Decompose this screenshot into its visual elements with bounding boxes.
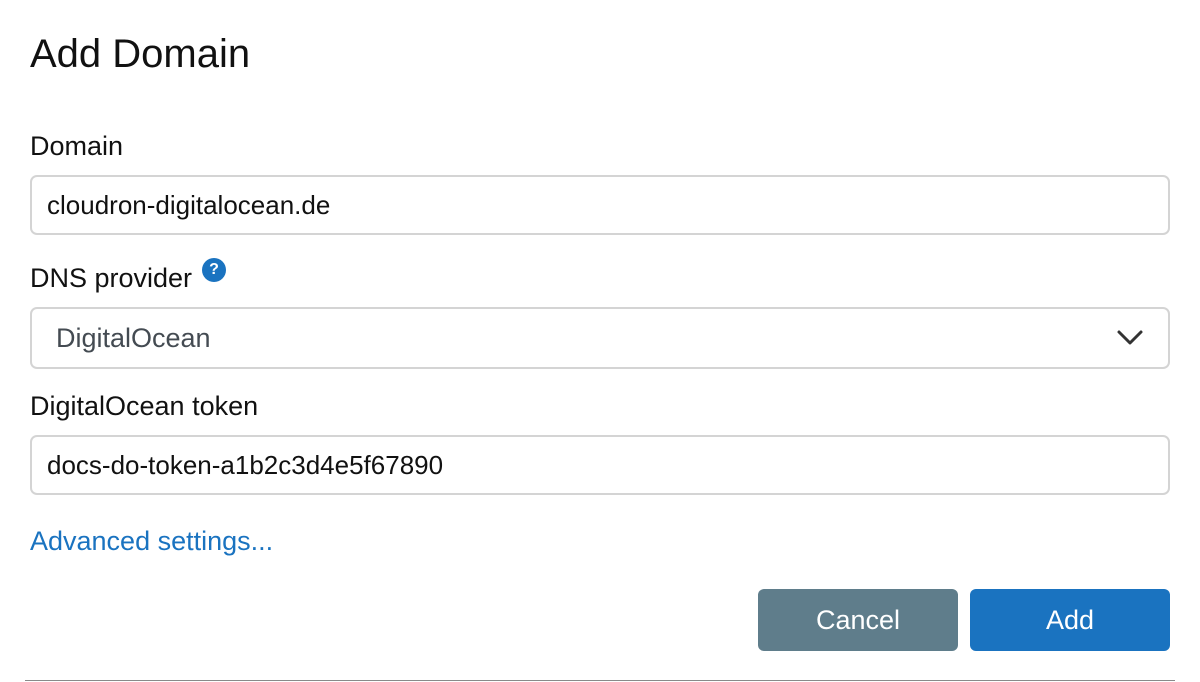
token-label: DigitalOcean token: [30, 391, 259, 421]
dns-provider-label: DNS provider: [30, 263, 193, 293]
domain-input[interactable]: [30, 175, 1170, 235]
add-domain-dialog: Add Domain Domain DNS provider ? Digital…: [0, 0, 1200, 682]
help-icon[interactable]: ?: [202, 258, 227, 282]
dns-provider-select[interactable]: DigitalOcean: [30, 307, 1170, 369]
domain-label: Domain: [30, 131, 124, 161]
footer-divider: [25, 680, 1175, 681]
dialog-title: Add Domain: [30, 32, 251, 76]
advanced-settings-link[interactable]: Advanced settings...: [30, 524, 273, 558]
cancel-button[interactable]: Cancel: [758, 589, 958, 651]
chevron-down-icon: [1117, 330, 1143, 345]
dns-provider-selected-value: DigitalOcean: [56, 322, 211, 353]
token-input[interactable]: [30, 435, 1170, 495]
dns-provider-label-row: DNS provider ?: [30, 258, 227, 294]
add-button[interactable]: Add: [970, 589, 1170, 651]
